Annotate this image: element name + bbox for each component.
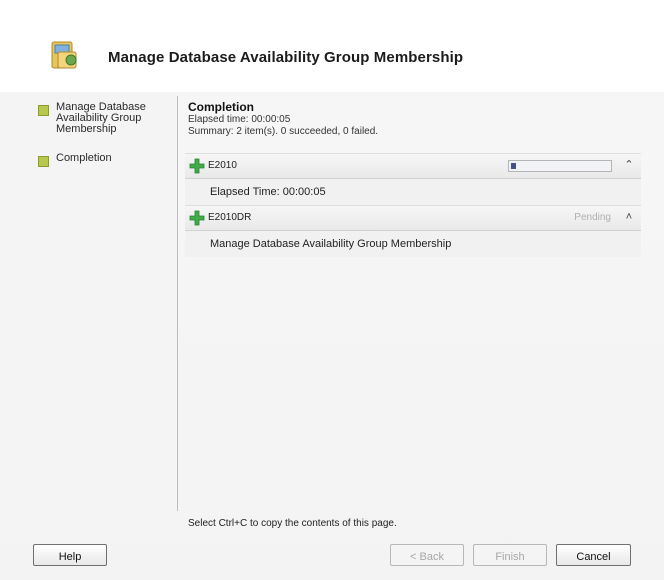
back-button[interactable]: < Back [390, 544, 464, 566]
step-marker-icon [38, 105, 49, 116]
page-title: Manage Database Availability Group Membe… [108, 49, 464, 66]
completion-summary: Completion Elapsed time: 00:00:05 Summar… [188, 101, 378, 138]
wizard-header: Manage Database Availability Group Membe… [0, 0, 664, 92]
section-title: Completion [188, 100, 254, 114]
summary-text: Summary: 2 item(s). 0 succeeded, 0 faile… [188, 126, 379, 137]
green-plus-icon [189, 210, 205, 226]
green-plus-icon [189, 158, 205, 174]
result-item-detail: Manage Database Availability Group Membe… [185, 231, 641, 257]
copy-hint: Select Ctrl+C to copy the contents of th… [188, 518, 397, 529]
progress-fill [511, 163, 516, 169]
collapse-chevron-icon[interactable]: ⌃ [621, 157, 637, 173]
status-text: Pending [574, 212, 611, 223]
item-name: E2010DR [208, 212, 252, 223]
divider [177, 96, 178, 511]
cancel-button[interactable]: Cancel [556, 544, 631, 566]
result-item-e2010dr[interactable]: E2010DR Pending ˄ [185, 205, 641, 231]
step-marker-icon [38, 156, 49, 167]
help-button[interactable]: Help [33, 544, 107, 566]
item-detail: Manage Database Availability Group Membe… [210, 238, 452, 250]
finish-button[interactable]: Finish [473, 544, 547, 566]
item-detail: Elapsed Time: 00:00:05 [210, 186, 326, 198]
step-label: Manage Database Availability Group Membe… [56, 101, 146, 135]
item-name: E2010 [208, 160, 237, 171]
step-label: Completion [56, 152, 112, 164]
wizard-window: Manage Database Availability Group Membe… [0, 0, 664, 580]
progress-bar [508, 160, 612, 172]
result-item-e2010[interactable]: E2010 ⌃ [185, 153, 641, 179]
wizard-steps: Manage Database Availability Group Membe… [0, 92, 177, 512]
collapse-chevron-icon[interactable]: ˄ [621, 209, 637, 225]
step-completion: Completion [38, 153, 166, 167]
exchange-wizard-icon [51, 41, 77, 69]
step-manage-dag-membership: Manage Database Availability Group Membe… [38, 102, 166, 135]
results-list: E2010 ⌃ Elapsed Time: 00:00:05 E2010DR P… [185, 153, 641, 257]
elapsed-time: Elapsed time: 00:00:05 [188, 114, 291, 125]
result-item-detail: Elapsed Time: 00:00:05 [185, 179, 641, 205]
